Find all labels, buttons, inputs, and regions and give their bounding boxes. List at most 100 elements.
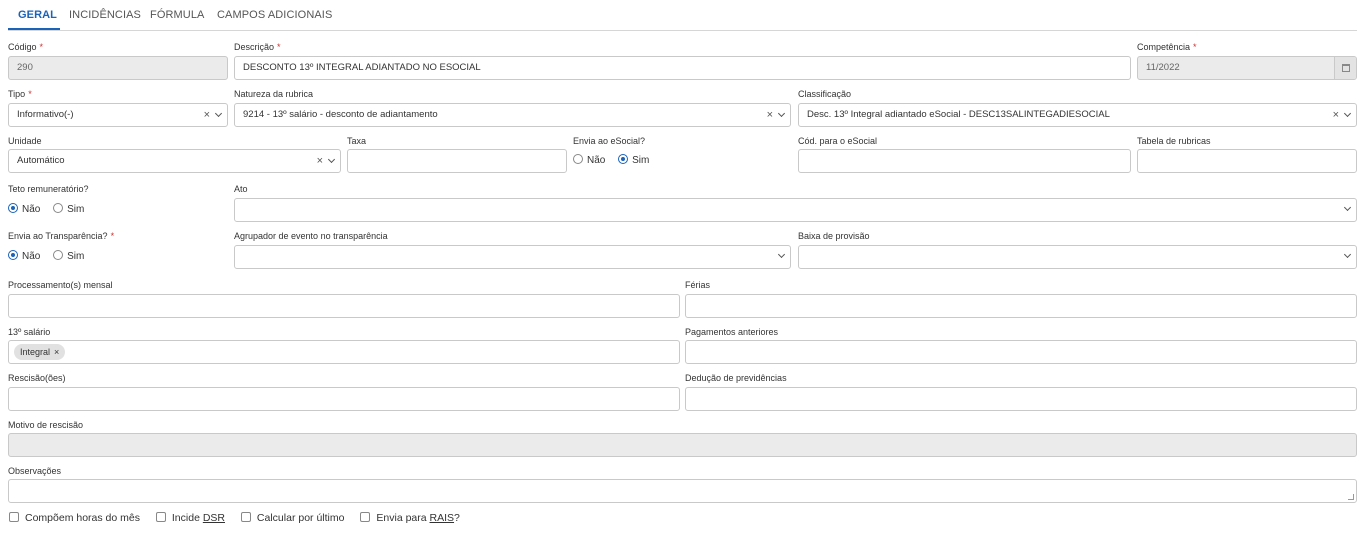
remove-tag-icon[interactable]: × <box>54 347 59 357</box>
incide-dsr-checkbox[interactable]: Incide DSR <box>155 512 225 524</box>
taxa-input[interactable] <box>347 149 567 173</box>
pagamentos-anteriores-input[interactable] <box>685 340 1357 364</box>
taxa-label: Taxa <box>347 136 367 146</box>
pagamentos-anteriores-label: Pagamentos anteriores <box>685 327 779 337</box>
ato-label: Ato <box>234 184 248 194</box>
radio-unchecked-icon <box>573 154 583 164</box>
deducao-previdencias-label: Dedução de previdências <box>685 373 787 383</box>
agrupador-select[interactable] <box>234 245 791 269</box>
agrupador-label: Agrupador de evento no transparência <box>234 231 388 241</box>
calcular-por-ultimo-checkbox[interactable]: Calcular por último <box>240 512 344 524</box>
checkbox-label: Incide <box>171 512 203 524</box>
clear-icon[interactable]: × <box>767 109 773 121</box>
chevron-down-icon[interactable] <box>327 155 336 164</box>
deducao-previdencias-input[interactable] <box>685 387 1357 411</box>
codigo-label: Código * <box>8 42 43 52</box>
decimo-terceiro-input[interactable]: Integral × <box>8 340 680 364</box>
teto-sim-option[interactable]: Sim <box>53 203 85 215</box>
processamento-mensal-input[interactable] <box>8 294 680 318</box>
radio-checked-icon <box>8 250 18 260</box>
rescisao-input[interactable] <box>8 387 680 411</box>
checkbox-label-abbr: RAIS <box>429 512 455 524</box>
chevron-down-icon[interactable] <box>214 109 223 118</box>
unidade-value: Automático <box>17 155 65 166</box>
option-label: Não <box>22 204 41 215</box>
checkbox-label: Envia para <box>376 512 430 524</box>
radio-unchecked-icon <box>53 250 64 260</box>
clear-icon[interactable]: × <box>1333 109 1339 121</box>
ferias-label: Férias <box>685 280 711 290</box>
observacoes-label: Observações <box>8 466 62 476</box>
envia-transparencia-label: Envia ao Transparência? * <box>8 231 114 241</box>
tipo-label-text: Tipo <box>8 89 26 99</box>
clear-icon[interactable]: × <box>317 155 323 167</box>
ferias-input[interactable] <box>685 294 1357 318</box>
chevron-down-icon[interactable] <box>777 109 786 118</box>
envia-transparencia-sim-option[interactable]: Sim <box>53 250 85 262</box>
rescisao-label: Rescisão(ões) <box>8 373 66 383</box>
tab-incidencias[interactable]: INCIDÊNCIAS <box>69 9 141 21</box>
checkbox-unchecked-icon <box>9 512 19 522</box>
tab-geral[interactable]: GERAL <box>18 9 57 21</box>
chevron-down-icon[interactable] <box>1343 203 1352 212</box>
envia-esocial-sim-option[interactable]: Sim <box>618 154 649 166</box>
motivo-rescisao-input[interactable] <box>8 433 1357 457</box>
tag-chip-label: Integral <box>20 347 51 357</box>
tabela-rubricas-input[interactable] <box>1137 149 1357 173</box>
checkbox-unchecked-icon <box>155 512 166 522</box>
calendar-icon <box>1342 64 1350 72</box>
calendar-button[interactable] <box>1334 57 1356 79</box>
cod-esocial-label: Cód. para o eSocial <box>798 136 878 146</box>
natureza-value: 9214 - 13º salário - desconto de adianta… <box>243 109 438 120</box>
teto-nao-option[interactable]: Não <box>8 203 41 215</box>
classificacao-value: Desc. 13º Integral adiantado eSocial - D… <box>807 109 1110 120</box>
descricao-input[interactable]: DESCONTO 13º INTEGRAL ADIANTADO NO ESOCI… <box>234 56 1131 80</box>
chevron-down-icon[interactable] <box>777 250 786 259</box>
radio-unchecked-icon <box>53 203 64 213</box>
envia-transparencia-nao-option[interactable]: Não <box>8 250 40 262</box>
tab-bar: GERAL INCIDÊNCIAS FÓRMULA CAMPOS ADICION… <box>8 0 1357 31</box>
envia-esocial-radios: Não Sim <box>573 154 659 166</box>
tab-formula[interactable]: FÓRMULA <box>150 9 204 21</box>
tipo-value: Informativo(-) <box>17 109 74 120</box>
descricao-label-text: Descrição <box>234 42 275 52</box>
chevron-down-icon[interactable] <box>1343 250 1352 259</box>
natureza-select[interactable]: 9214 - 13º salário - desconto de adianta… <box>234 103 791 127</box>
natureza-label: Natureza da rubrica <box>234 89 314 99</box>
baixa-provisao-select[interactable] <box>798 245 1357 269</box>
compoem-horas-checkbox[interactable]: Compõem horas do mês <box>9 512 140 524</box>
checkbox-unchecked-icon <box>240 512 251 522</box>
tag-chip: Integral × <box>14 344 66 360</box>
chevron-down-icon[interactable] <box>1343 109 1352 118</box>
codigo-input[interactable]: 290 <box>8 56 228 80</box>
classificacao-label: Classificação <box>798 89 852 99</box>
radio-checked-icon <box>8 203 18 213</box>
codigo-label-text: Código <box>8 42 37 52</box>
required-marker: * <box>28 89 32 99</box>
clear-icon[interactable]: × <box>204 109 210 121</box>
decimo-terceiro-label: 13º salário <box>8 327 51 337</box>
motivo-rescisao-label: Motivo de rescisão <box>8 420 84 430</box>
envia-esocial-nao-option[interactable]: Não <box>573 154 606 166</box>
options-checkbox-row: Compõem horas do mês Incide DSR Calcular… <box>9 512 473 524</box>
envia-esocial-label: Envia ao eSocial? <box>573 136 646 146</box>
checkbox-unchecked-icon <box>360 512 371 522</box>
resize-handle[interactable] <box>1348 494 1354 500</box>
envia-rais-checkbox[interactable]: Envia para RAIS? <box>360 512 460 524</box>
cod-esocial-input[interactable] <box>798 149 1131 173</box>
option-label: Não <box>587 155 606 166</box>
tipo-select[interactable]: Informativo(-) × <box>8 103 228 127</box>
processamento-mensal-label: Processamento(s) mensal <box>8 280 113 290</box>
checkbox-label-suffix: ? <box>454 512 460 524</box>
tab-campos-adicionais[interactable]: CAMPOS ADICIONAIS <box>217 9 332 21</box>
classificacao-select[interactable]: Desc. 13º Integral adiantado eSocial - D… <box>798 103 1357 127</box>
descricao-label: Descrição * <box>234 42 281 52</box>
observacoes-textarea[interactable] <box>8 479 1357 503</box>
teto-label: Teto remuneratório? <box>8 184 89 194</box>
unidade-select[interactable]: Automático × <box>8 149 341 173</box>
competencia-label-text: Competência <box>1137 42 1191 52</box>
option-label: Sim <box>67 251 85 262</box>
ato-select[interactable] <box>234 198 1357 222</box>
competencia-input[interactable]: 11/2022 <box>1137 56 1357 80</box>
option-label: Sim <box>67 204 85 215</box>
